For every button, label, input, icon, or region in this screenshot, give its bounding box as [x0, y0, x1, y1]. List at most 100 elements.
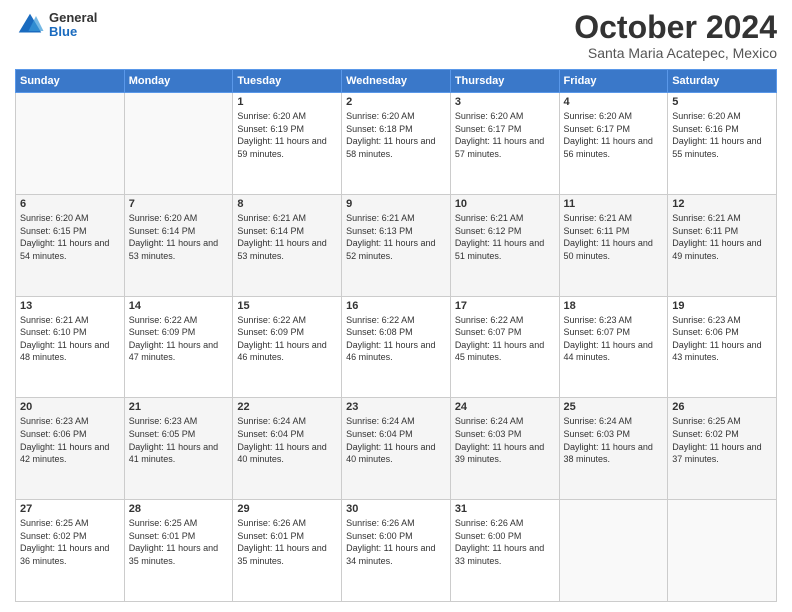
day-number: 8 [237, 198, 337, 210]
day-info: Sunrise: 6:26 AM Sunset: 6:00 PM Dayligh… [455, 517, 555, 567]
day-info: Sunrise: 6:20 AM Sunset: 6:15 PM Dayligh… [20, 212, 120, 262]
calendar-day-cell: 22 Sunrise: 6:24 AM Sunset: 6:04 PM Dayl… [233, 398, 342, 500]
day-number: 31 [455, 503, 555, 515]
calendar-week-row: 27 Sunrise: 6:25 AM Sunset: 6:02 PM Dayl… [16, 500, 777, 602]
calendar-day-cell: 27 Sunrise: 6:25 AM Sunset: 6:02 PM Dayl… [16, 500, 125, 602]
calendar-day-cell: 30 Sunrise: 6:26 AM Sunset: 6:00 PM Dayl… [342, 500, 451, 602]
day-number: 12 [672, 198, 772, 210]
day-info: Sunrise: 6:20 AM Sunset: 6:14 PM Dayligh… [129, 212, 229, 262]
day-info: Sunrise: 6:21 AM Sunset: 6:13 PM Dayligh… [346, 212, 446, 262]
calendar-header-row: SundayMondayTuesdayWednesdayThursdayFrid… [16, 70, 777, 93]
day-info: Sunrise: 6:23 AM Sunset: 6:06 PM Dayligh… [20, 415, 120, 465]
calendar-day-cell: 15 Sunrise: 6:22 AM Sunset: 6:09 PM Dayl… [233, 296, 342, 398]
day-number: 6 [20, 198, 120, 210]
day-number: 10 [455, 198, 555, 210]
calendar-day-cell [124, 93, 233, 195]
day-info: Sunrise: 6:20 AM Sunset: 6:17 PM Dayligh… [564, 110, 664, 160]
month-title: October 2024 [574, 10, 777, 45]
day-info: Sunrise: 6:21 AM Sunset: 6:14 PM Dayligh… [237, 212, 337, 262]
day-number: 3 [455, 96, 555, 108]
calendar-day-cell: 4 Sunrise: 6:20 AM Sunset: 6:17 PM Dayli… [559, 93, 668, 195]
day-info: Sunrise: 6:20 AM Sunset: 6:17 PM Dayligh… [455, 110, 555, 160]
day-number: 25 [564, 401, 664, 413]
calendar-day-cell: 29 Sunrise: 6:26 AM Sunset: 6:01 PM Dayl… [233, 500, 342, 602]
day-number: 14 [129, 300, 229, 312]
day-number: 21 [129, 401, 229, 413]
calendar-day-cell: 26 Sunrise: 6:25 AM Sunset: 6:02 PM Dayl… [668, 398, 777, 500]
logo-icon [15, 10, 45, 40]
calendar-day-cell [559, 500, 668, 602]
day-info: Sunrise: 6:25 AM Sunset: 6:01 PM Dayligh… [129, 517, 229, 567]
calendar-day-cell: 17 Sunrise: 6:22 AM Sunset: 6:07 PM Dayl… [450, 296, 559, 398]
calendar-day-cell: 16 Sunrise: 6:22 AM Sunset: 6:08 PM Dayl… [342, 296, 451, 398]
day-number: 9 [346, 198, 446, 210]
day-info: Sunrise: 6:26 AM Sunset: 6:00 PM Dayligh… [346, 517, 446, 567]
day-info: Sunrise: 6:25 AM Sunset: 6:02 PM Dayligh… [672, 415, 772, 465]
day-info: Sunrise: 6:21 AM Sunset: 6:12 PM Dayligh… [455, 212, 555, 262]
calendar-day-cell: 23 Sunrise: 6:24 AM Sunset: 6:04 PM Dayl… [342, 398, 451, 500]
day-info: Sunrise: 6:24 AM Sunset: 6:04 PM Dayligh… [237, 415, 337, 465]
header: General Blue October 2024 Santa Maria Ac… [15, 10, 777, 61]
calendar-header-wednesday: Wednesday [342, 70, 451, 93]
location: Santa Maria Acatepec, Mexico [574, 45, 777, 61]
calendar-day-cell: 8 Sunrise: 6:21 AM Sunset: 6:14 PM Dayli… [233, 194, 342, 296]
calendar-week-row: 13 Sunrise: 6:21 AM Sunset: 6:10 PM Dayl… [16, 296, 777, 398]
calendar-header-monday: Monday [124, 70, 233, 93]
calendar-header-saturday: Saturday [668, 70, 777, 93]
day-info: Sunrise: 6:24 AM Sunset: 6:04 PM Dayligh… [346, 415, 446, 465]
day-info: Sunrise: 6:23 AM Sunset: 6:06 PM Dayligh… [672, 314, 772, 364]
calendar-day-cell: 11 Sunrise: 6:21 AM Sunset: 6:11 PM Dayl… [559, 194, 668, 296]
calendar-day-cell: 14 Sunrise: 6:22 AM Sunset: 6:09 PM Dayl… [124, 296, 233, 398]
day-info: Sunrise: 6:20 AM Sunset: 6:18 PM Dayligh… [346, 110, 446, 160]
day-number: 4 [564, 96, 664, 108]
page: General Blue October 2024 Santa Maria Ac… [0, 0, 792, 612]
calendar-day-cell: 6 Sunrise: 6:20 AM Sunset: 6:15 PM Dayli… [16, 194, 125, 296]
day-number: 17 [455, 300, 555, 312]
day-info: Sunrise: 6:22 AM Sunset: 6:08 PM Dayligh… [346, 314, 446, 364]
day-info: Sunrise: 6:24 AM Sunset: 6:03 PM Dayligh… [564, 415, 664, 465]
calendar-day-cell: 12 Sunrise: 6:21 AM Sunset: 6:11 PM Dayl… [668, 194, 777, 296]
day-number: 1 [237, 96, 337, 108]
day-number: 27 [20, 503, 120, 515]
logo-general-text: General [49, 11, 97, 25]
day-number: 19 [672, 300, 772, 312]
day-info: Sunrise: 6:25 AM Sunset: 6:02 PM Dayligh… [20, 517, 120, 567]
day-info: Sunrise: 6:26 AM Sunset: 6:01 PM Dayligh… [237, 517, 337, 567]
logo-blue-text: Blue [49, 25, 97, 39]
calendar-header-friday: Friday [559, 70, 668, 93]
day-number: 30 [346, 503, 446, 515]
day-number: 26 [672, 401, 772, 413]
day-number: 22 [237, 401, 337, 413]
calendar-day-cell: 10 Sunrise: 6:21 AM Sunset: 6:12 PM Dayl… [450, 194, 559, 296]
calendar-day-cell: 28 Sunrise: 6:25 AM Sunset: 6:01 PM Dayl… [124, 500, 233, 602]
calendar-day-cell [668, 500, 777, 602]
day-info: Sunrise: 6:22 AM Sunset: 6:07 PM Dayligh… [455, 314, 555, 364]
calendar-day-cell: 9 Sunrise: 6:21 AM Sunset: 6:13 PM Dayli… [342, 194, 451, 296]
day-number: 7 [129, 198, 229, 210]
calendar-day-cell: 19 Sunrise: 6:23 AM Sunset: 6:06 PM Dayl… [668, 296, 777, 398]
day-number: 11 [564, 198, 664, 210]
calendar-table: SundayMondayTuesdayWednesdayThursdayFrid… [15, 69, 777, 602]
day-info: Sunrise: 6:21 AM Sunset: 6:11 PM Dayligh… [564, 212, 664, 262]
calendar-day-cell: 2 Sunrise: 6:20 AM Sunset: 6:18 PM Dayli… [342, 93, 451, 195]
day-number: 5 [672, 96, 772, 108]
day-info: Sunrise: 6:20 AM Sunset: 6:16 PM Dayligh… [672, 110, 772, 160]
calendar-day-cell: 24 Sunrise: 6:24 AM Sunset: 6:03 PM Dayl… [450, 398, 559, 500]
calendar-day-cell: 31 Sunrise: 6:26 AM Sunset: 6:00 PM Dayl… [450, 500, 559, 602]
day-number: 28 [129, 503, 229, 515]
calendar-week-row: 1 Sunrise: 6:20 AM Sunset: 6:19 PM Dayli… [16, 93, 777, 195]
calendar-header-thursday: Thursday [450, 70, 559, 93]
calendar-day-cell: 13 Sunrise: 6:21 AM Sunset: 6:10 PM Dayl… [16, 296, 125, 398]
day-number: 18 [564, 300, 664, 312]
calendar-day-cell: 25 Sunrise: 6:24 AM Sunset: 6:03 PM Dayl… [559, 398, 668, 500]
day-info: Sunrise: 6:22 AM Sunset: 6:09 PM Dayligh… [237, 314, 337, 364]
day-number: 24 [455, 401, 555, 413]
day-number: 29 [237, 503, 337, 515]
day-info: Sunrise: 6:20 AM Sunset: 6:19 PM Dayligh… [237, 110, 337, 160]
day-info: Sunrise: 6:23 AM Sunset: 6:05 PM Dayligh… [129, 415, 229, 465]
day-number: 15 [237, 300, 337, 312]
calendar-week-row: 6 Sunrise: 6:20 AM Sunset: 6:15 PM Dayli… [16, 194, 777, 296]
day-number: 13 [20, 300, 120, 312]
day-number: 16 [346, 300, 446, 312]
day-number: 23 [346, 401, 446, 413]
